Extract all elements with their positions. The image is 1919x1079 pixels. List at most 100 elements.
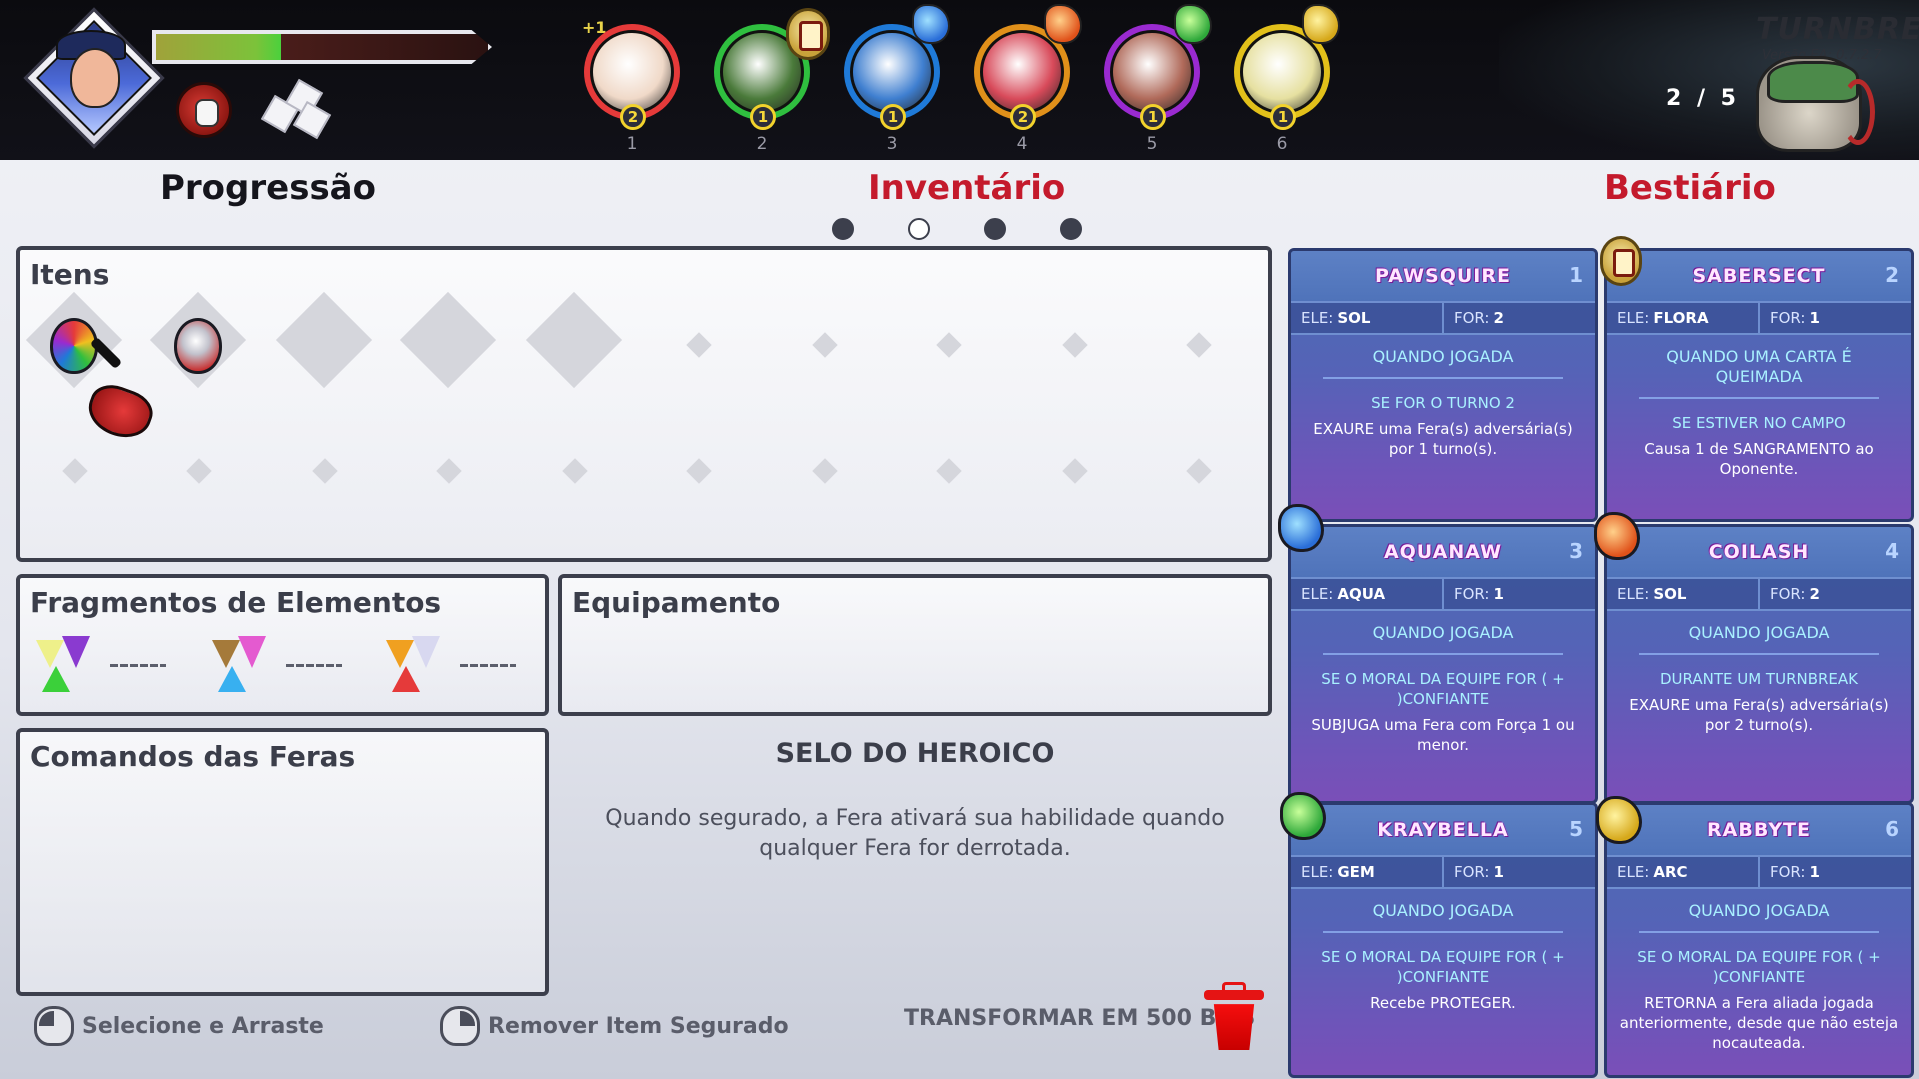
fragment-group-2[interactable] — [208, 630, 348, 700]
page-dot[interactable] — [1060, 218, 1082, 240]
card-effect: EXAURE uma Fera(s) adversária(s) por 1 t… — [1313, 420, 1573, 458]
fragment-group-1[interactable] — [32, 630, 172, 700]
team-beast-slot[interactable]: 21 — [584, 24, 684, 160]
beast-slot-number: 3 — [886, 134, 898, 154]
page-dot[interactable] — [832, 218, 854, 240]
card-divider — [1323, 931, 1563, 933]
bestiary-card[interactable]: PAWSQUIRE 1 ELE: SOL FOR: 2 QUANDO JOGADA SE FO… — [1288, 248, 1598, 522]
equipment-panel-title: Equipamento — [572, 586, 781, 619]
yellow-shard-icon — [1302, 4, 1340, 44]
backpack-icon[interactable] — [1756, 56, 1875, 152]
card-element: ELE: SOL — [1607, 579, 1758, 609]
health-bar-fill — [156, 34, 281, 60]
beast-commands-panel[interactable]: Comandos das Feras — [16, 728, 549, 996]
beast-slot-number: 2 — [756, 134, 768, 154]
card-number: 6 — [1885, 817, 1899, 841]
bestiary-card[interactable]: RABBYTE 6 ELE: ARC FOR: 1 QUANDO JOGADA SE O MO… — [1604, 802, 1914, 1078]
card-trigger: QUANDO JOGADA — [1688, 623, 1830, 642]
card-number: 4 — [1885, 539, 1899, 563]
card-header: SABERSECT 2 — [1607, 251, 1911, 301]
game-logo: TURNBREAK — [1756, 12, 1919, 47]
team-beast-slot[interactable]: 13 — [844, 24, 944, 160]
beast-level-badge: 1 — [880, 104, 906, 130]
bestiary-card[interactable]: KRAYBELLA 5 ELE: GEM FOR: 1 QUANDO JOGADA SE O … — [1288, 802, 1598, 1078]
dice-icon[interactable] — [260, 78, 334, 140]
card-strength: FOR: 2 — [1758, 579, 1911, 609]
bestiary-card[interactable]: AQUANAW 3 ELE: AQUA FOR: 1 QUANDO JOGADA SE O M… — [1288, 524, 1598, 804]
card-trigger: QUANDO JOGADA — [1372, 901, 1514, 920]
red-fragment-icon — [392, 666, 420, 692]
team-beast-slot[interactable]: 15 — [1104, 24, 1204, 160]
card-element-value: FLORA — [1653, 309, 1709, 327]
heading-inventory[interactable]: Inventário — [868, 168, 1065, 208]
card-strength-label: FOR: — [1770, 309, 1806, 327]
card-strength-value: 1 — [1809, 863, 1820, 881]
card-header: COILASH 4 — [1607, 527, 1911, 577]
card-number: 1 — [1569, 263, 1583, 287]
sabersect-seal-icon — [1600, 236, 1642, 286]
card-name: COILASH — [1708, 541, 1810, 563]
team-beast-slot[interactable]: 16 — [1234, 24, 1334, 160]
card-element-value: AQUA — [1337, 585, 1386, 603]
card-strength-label: FOR: — [1770, 585, 1806, 603]
card-strength: FOR: 1 — [1758, 857, 1911, 887]
fragment-count-1 — [110, 664, 166, 667]
page-dot[interactable] — [984, 218, 1006, 240]
mouse-left-click-icon — [34, 1006, 74, 1046]
trash-icon[interactable] — [1213, 1004, 1255, 1050]
card-effect: EXAURE uma Fera(s) adversária(s) por 2 t… — [1629, 696, 1889, 734]
orange-fragment-icon — [386, 640, 414, 668]
blue-shard-icon — [912, 4, 950, 44]
card-effect: RETORNA a Fera aliada jogada anteriormen… — [1619, 994, 1899, 1052]
blue-fragment-icon — [218, 666, 246, 692]
card-header: RABBYTE 6 — [1607, 805, 1911, 855]
items-panel: Itens — [16, 246, 1272, 562]
card-condition: SE ESTIVER NO CAMPO — [1672, 414, 1846, 432]
card-number: 3 — [1569, 539, 1583, 563]
health-bar-empty — [280, 34, 488, 60]
heading-bestiary[interactable]: Bestiário — [1604, 168, 1776, 208]
rainbow-egg-item-icon[interactable] — [50, 318, 98, 374]
card-strength-value: 1 — [1493, 585, 1504, 603]
card-number: 5 — [1569, 817, 1583, 841]
card-header: AQUANAW 3 — [1291, 527, 1595, 577]
heading-progression[interactable]: Progressão — [160, 168, 376, 208]
card-divider — [1639, 397, 1879, 399]
equipment-panel[interactable]: Equipamento — [558, 574, 1272, 716]
card-strength: FOR: 1 — [1442, 857, 1595, 887]
punch-ability-icon[interactable] — [176, 82, 232, 138]
card-stats: ELE: SOL FOR: 2 — [1291, 301, 1595, 335]
card-name: PAWSQUIRE — [1375, 265, 1511, 287]
card-strength: FOR: 2 — [1442, 303, 1595, 333]
card-condition: SE O MORAL DA EQUIPE FOR ( + )CONFIANTE — [1321, 948, 1565, 986]
bestiary-card[interactable]: COILASH 4 ELE: SOL FOR: 2 QUANDO JOGADA DURANTE… — [1604, 524, 1914, 804]
card-element-value: SOL — [1337, 309, 1371, 327]
items-panel-title: Itens — [30, 258, 110, 291]
card-trigger: QUANDO JOGADA — [1372, 347, 1514, 366]
card-effect: Causa 1 de SANGRAMENTO ao Oponente. — [1644, 440, 1874, 478]
gold-seal-icon — [786, 8, 830, 60]
card-strength: FOR: 1 — [1442, 579, 1595, 609]
card-stats: ELE: AQUA FOR: 1 — [1291, 577, 1595, 611]
card-element-label: ELE: — [1301, 585, 1334, 603]
brown-fragment-icon — [212, 640, 240, 668]
card-effect: Recebe PROTEGER. — [1370, 994, 1516, 1012]
bestiary-card[interactable]: SABERSECT 2 ELE: FLORA FOR: 1 QUANDO UMA CARTA… — [1604, 248, 1914, 522]
card-element-value: GEM — [1337, 863, 1375, 881]
beast-slot-number: 5 — [1146, 134, 1158, 154]
card-strength-label: FOR: — [1454, 863, 1490, 881]
hero-health-bar — [152, 30, 492, 64]
card-condition: SE O MORAL DA EQUIPE FOR ( + )CONFIANTE — [1321, 670, 1565, 708]
card-strength-value: 2 — [1809, 585, 1820, 603]
card-strength-value: 1 — [1809, 309, 1820, 327]
card-divider — [1323, 653, 1563, 655]
fragment-group-3[interactable] — [382, 630, 522, 700]
card-name: RABBYTE — [1707, 819, 1811, 841]
white-fragment-icon — [412, 636, 440, 668]
hint-remove-item-label: Remover Item Segurado — [488, 1013, 789, 1039]
page-dot[interactable] — [908, 218, 930, 240]
card-strength: FOR: 1 — [1758, 303, 1911, 333]
yellow-fragment-icon — [36, 640, 64, 668]
team-beast-slot[interactable]: 24 — [974, 24, 1074, 160]
hero-seal-item-icon[interactable] — [174, 318, 222, 374]
